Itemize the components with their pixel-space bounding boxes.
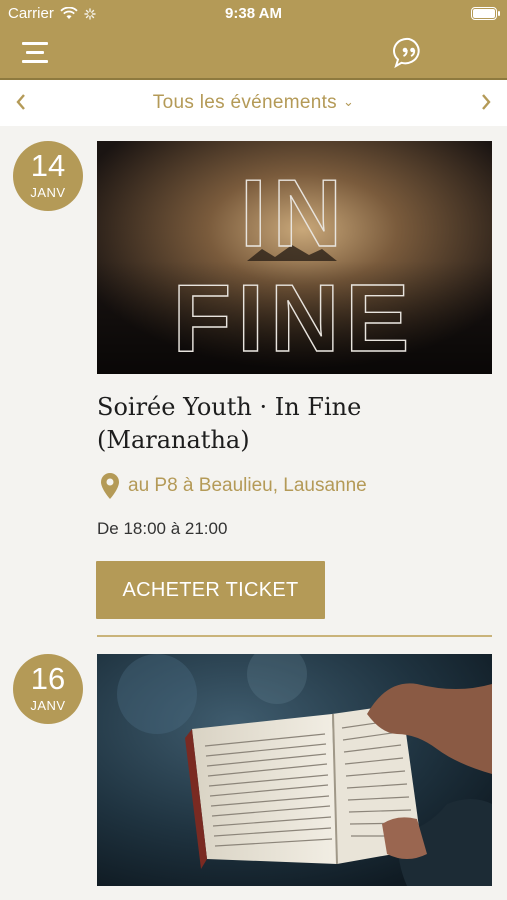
event-divider <box>97 635 492 637</box>
events-filter-label: Tous les événements <box>152 92 337 113</box>
status-bar: Carrier 9:38 AM <box>0 0 507 28</box>
event-image[interactable]: IN FINE <box>97 141 492 374</box>
status-time: 9:38 AM <box>225 5 282 22</box>
event-title[interactable]: Soirée Youth · In Fine (Maranatha) <box>97 391 487 457</box>
image-title-line-2: FINE <box>173 265 416 372</box>
events-filter-bar: Tous les événements ⌄ <box>0 80 507 126</box>
quote-bubble-icon[interactable] <box>392 36 426 70</box>
menu-icon[interactable] <box>20 40 50 66</box>
nav-bar <box>0 28 507 78</box>
event-day: 16 <box>30 661 66 696</box>
chevron-down-icon: ⌄ <box>342 94 355 109</box>
battery-icon <box>471 7 500 20</box>
image-title-line-1: IN <box>240 160 348 267</box>
event-day: 14 <box>30 148 66 183</box>
events-filter-dropdown[interactable]: Tous les événements ⌄ <box>0 92 507 114</box>
event-month: JANV <box>30 185 66 200</box>
event-month: JANV <box>30 698 66 713</box>
event-image[interactable] <box>97 654 492 886</box>
buy-ticket-button[interactable]: ACHETER TICKET <box>96 561 325 619</box>
event-time: De 18:00 à 21:00 <box>97 519 228 538</box>
event-date-badge: 16 JANV <box>13 654 83 724</box>
event-location[interactable]: au P8 à Beaulieu, Lausanne <box>100 472 367 500</box>
app-header: Carrier 9:38 AM <box>0 0 507 80</box>
event-date-badge: 14 JANV <box>13 141 83 211</box>
event-location-label: au P8 à Beaulieu, Lausanne <box>128 475 367 496</box>
chevron-right-icon[interactable] <box>473 89 499 115</box>
location-pin-icon <box>101 473 119 499</box>
